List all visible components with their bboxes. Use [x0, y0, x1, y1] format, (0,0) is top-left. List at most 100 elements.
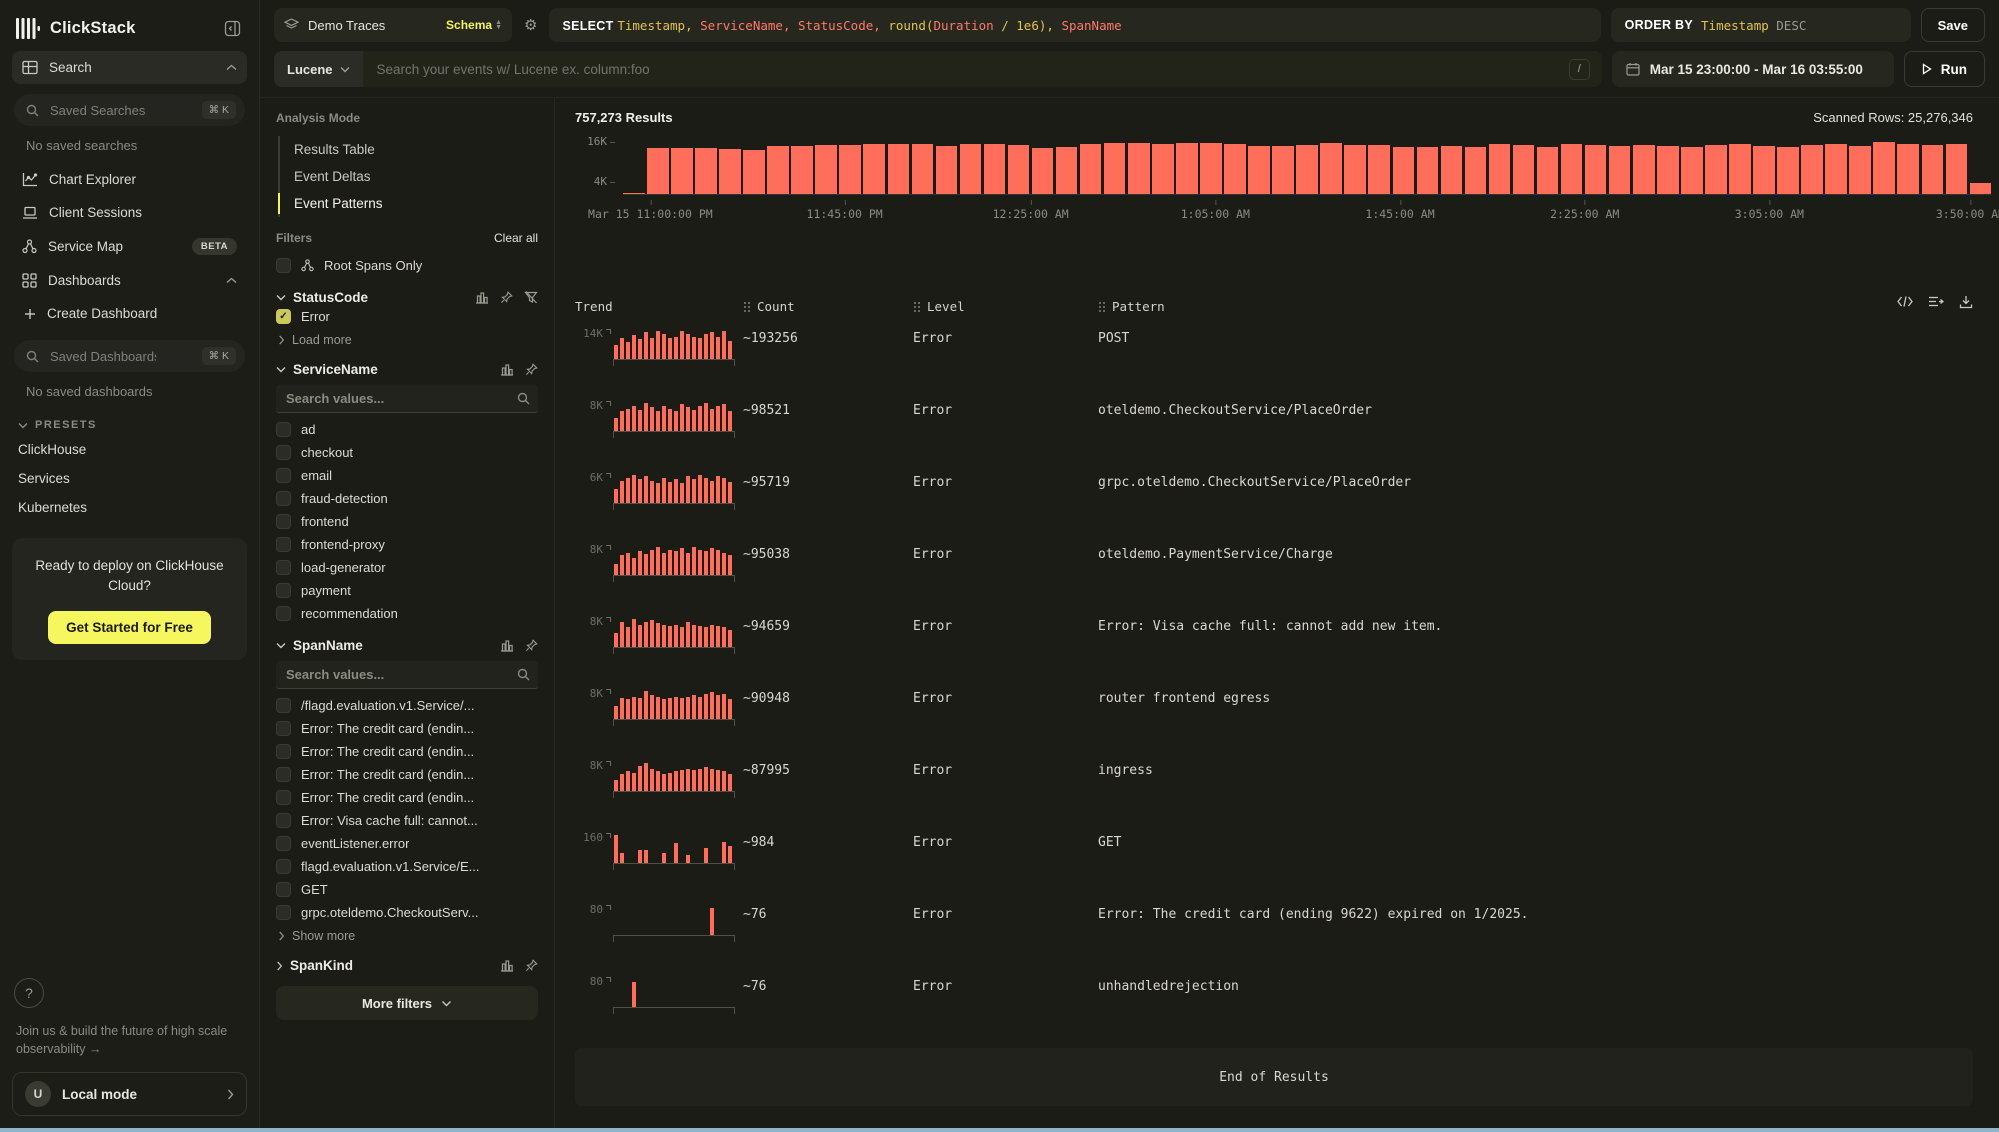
- histogram-bar[interactable]: [1489, 144, 1511, 194]
- analysis-mode-results-table[interactable]: Results Table: [280, 136, 538, 163]
- histogram-bar[interactable]: [791, 146, 813, 194]
- checkbox[interactable]: [276, 468, 291, 483]
- histogram-bar[interactable]: [1946, 144, 1968, 194]
- histogram-bar[interactable]: [839, 145, 861, 194]
- filter-group-spankind[interactable]: SpanKind: [276, 958, 538, 973]
- histogram-bar[interactable]: [743, 150, 765, 194]
- pin-icon[interactable]: [525, 639, 538, 652]
- checkbox[interactable]: [276, 698, 291, 713]
- more-filters-button[interactable]: More filters: [276, 986, 538, 1020]
- histogram-bar[interactable]: [1056, 147, 1078, 194]
- filter-value[interactable]: frontend-proxy: [276, 533, 538, 556]
- schema-selector[interactable]: Schema ▲▼: [446, 18, 502, 32]
- analysis-mode-event-deltas[interactable]: Event Deltas: [280, 163, 538, 190]
- histogram-bar[interactable]: [1441, 146, 1463, 194]
- servicename-search[interactable]: [276, 385, 538, 413]
- histogram-bar[interactable]: [1344, 145, 1366, 194]
- histogram-bar[interactable]: [1681, 147, 1703, 194]
- servicename-search-input[interactable]: [284, 390, 517, 407]
- histogram-bar[interactable]: [1393, 147, 1415, 194]
- get-started-button[interactable]: Get Started for Free: [48, 611, 211, 644]
- histogram-bar[interactable]: [1152, 144, 1174, 194]
- histogram-bar[interactable]: [1849, 146, 1871, 194]
- histogram-bar[interactable]: [863, 144, 885, 194]
- checkbox[interactable]: [276, 491, 291, 506]
- histogram-bar[interactable]: [1561, 144, 1583, 194]
- query-language-dropdown[interactable]: Lucene: [274, 51, 363, 87]
- save-button[interactable]: Save: [1921, 8, 1985, 42]
- collapse-sidebar-icon[interactable]: [222, 18, 243, 39]
- filter-value[interactable]: eventListener.error: [276, 832, 538, 855]
- pattern-row[interactable]: 8K~90948Errorrouter frontend egress: [575, 686, 1999, 746]
- histogram-bar[interactable]: [1873, 142, 1895, 194]
- histogram-bar[interactable]: [1801, 145, 1823, 194]
- filter-value[interactable]: /flagd.evaluation.v1.Service/...: [276, 694, 538, 717]
- histogram-bar[interactable]: [767, 146, 789, 194]
- column-header-pattern[interactable]: Pattern: [1098, 299, 1973, 314]
- filter-value[interactable]: Error: The credit card (endin...: [276, 786, 538, 809]
- checkbox[interactable]: [276, 744, 291, 759]
- preset-clickhouse[interactable]: ClickHouse: [12, 435, 247, 464]
- histogram-bar[interactable]: [1104, 143, 1126, 194]
- histogram-bar[interactable]: [1176, 143, 1198, 194]
- checkbox[interactable]: [276, 813, 291, 828]
- checkbox[interactable]: [276, 721, 291, 736]
- results-histogram[interactable]: 16K4K Mar 15 11:00:00 PM11:45:00 PM12:25…: [575, 139, 1991, 225]
- histogram-bar[interactable]: [1417, 147, 1439, 194]
- preset-services[interactable]: Services: [12, 464, 247, 493]
- histogram-bar[interactable]: [1729, 144, 1751, 194]
- histogram-bar[interactable]: [1825, 144, 1847, 194]
- histogram-bar[interactable]: [719, 149, 741, 194]
- histogram-bar[interactable]: [695, 148, 717, 194]
- checkbox[interactable]: [276, 790, 291, 805]
- histogram-bar[interactable]: [912, 144, 934, 194]
- histogram-bar[interactable]: [671, 148, 693, 194]
- checkbox[interactable]: [276, 258, 291, 273]
- histogram-bar[interactable]: [984, 144, 1006, 194]
- checkbox[interactable]: [276, 445, 291, 460]
- order-by-editor[interactable]: ORDER BYTimestamp DESC: [1611, 8, 1911, 42]
- filter-group-spanname[interactable]: SpanName: [276, 638, 538, 653]
- show-more-button[interactable]: Show more: [276, 924, 538, 945]
- histogram-bar[interactable]: [1128, 143, 1150, 194]
- histogram-bar[interactable]: [960, 144, 982, 194]
- download-icon[interactable]: [1959, 295, 1973, 309]
- filter-value[interactable]: email: [276, 464, 538, 487]
- checkbox[interactable]: [276, 583, 291, 598]
- filter-value[interactable]: recommendation: [276, 602, 538, 625]
- preset-kubernetes[interactable]: Kubernetes: [12, 493, 247, 522]
- source-settings-gear-icon[interactable]: ⚙: [522, 14, 539, 36]
- histogram-bar[interactable]: [1008, 145, 1030, 194]
- checkbox[interactable]: [276, 606, 291, 621]
- local-mode-menu[interactable]: U Local mode: [12, 1072, 247, 1116]
- histogram-bar[interactable]: [1537, 147, 1559, 194]
- column-header-trend[interactable]: Trend: [575, 299, 743, 314]
- histogram-bar[interactable]: [1368, 145, 1390, 194]
- histogram-bar[interactable]: [1320, 143, 1342, 194]
- histogram-bar[interactable]: [1585, 145, 1607, 194]
- checkbox-checked[interactable]: ✓: [276, 309, 291, 324]
- histogram-bar[interactable]: [1922, 145, 1944, 194]
- histogram-bar[interactable]: [1200, 143, 1222, 194]
- filter-group-servicename[interactable]: ServiceName: [276, 362, 538, 377]
- histogram-bar[interactable]: [1513, 145, 1535, 194]
- sidebar-item-dashboards[interactable]: Dashboards: [12, 264, 247, 297]
- checkbox[interactable]: [276, 882, 291, 897]
- run-button[interactable]: Run: [1904, 51, 1985, 87]
- sidebar-item-chart-explorer[interactable]: Chart Explorer: [12, 163, 247, 196]
- filter-value[interactable]: Error: The credit card (endin...: [276, 717, 538, 740]
- saved-searches-input[interactable]: [48, 102, 158, 119]
- histogram-bar[interactable]: [1897, 144, 1919, 194]
- root-spans-only-checkbox[interactable]: Root Spans Only: [276, 254, 538, 277]
- histogram-bar[interactable]: [1705, 145, 1727, 194]
- column-header-count[interactable]: Count: [743, 299, 913, 314]
- sql-select-editor[interactable]: SELECT Timestamp, ServiceName, StatusCod…: [549, 8, 1600, 42]
- histogram-bar[interactable]: [1970, 183, 1992, 194]
- histogram-bar[interactable]: [1657, 146, 1679, 194]
- histogram-bar[interactable]: [1465, 147, 1487, 194]
- event-search-input[interactable]: [375, 61, 1569, 78]
- column-header-level[interactable]: Level: [913, 299, 1098, 314]
- filter-value[interactable]: Error: Visa cache full: cannot...: [276, 809, 538, 832]
- filter-value[interactable]: GET: [276, 878, 538, 901]
- histogram-bar[interactable]: [647, 148, 669, 194]
